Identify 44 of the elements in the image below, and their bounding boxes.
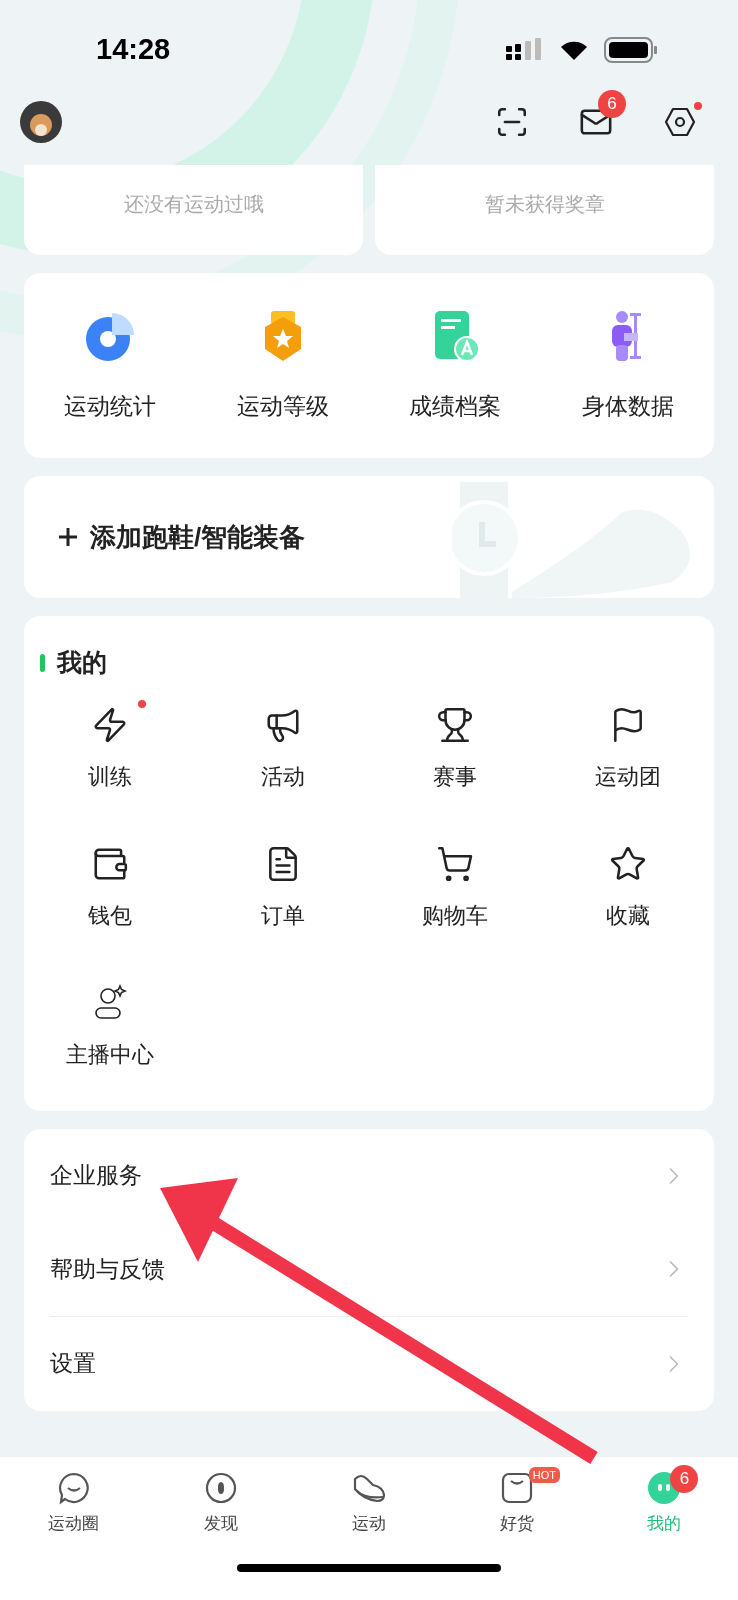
add-device-label: 添加跑鞋/智能装备 xyxy=(90,520,306,554)
summary-text: 暂未获得奖章 xyxy=(484,192,605,217)
compass-icon xyxy=(204,1471,239,1505)
menu-list-item[interactable]: 企业服务 xyxy=(50,1128,688,1223)
menu-list-item[interactable]: 设置 xyxy=(50,1316,688,1411)
stats-item[interactable]: 身体数据 xyxy=(541,307,714,424)
status-time: 14:28 xyxy=(96,32,171,68)
chat-bubble-icon xyxy=(56,1471,91,1505)
message-badge: 6 xyxy=(598,90,626,118)
battery-icon xyxy=(604,37,658,63)
stats-label: 运动统计 xyxy=(64,392,157,422)
section-title: 我的 xyxy=(57,647,107,678)
stats-label: 运动等级 xyxy=(236,392,329,422)
menu-grid-item[interactable]: 活动 xyxy=(260,705,305,793)
menu-grid-item[interactable]: 收藏 xyxy=(605,844,650,932)
stats-item[interactable]: 运动等级 xyxy=(196,307,369,424)
signal-icon xyxy=(506,38,544,62)
menu-grid-item[interactable]: 订单 xyxy=(260,844,305,932)
stats-item[interactable]: 成绩档案 xyxy=(369,307,542,424)
stats-label: 成绩档案 xyxy=(409,392,502,422)
stats-item[interactable]: 运动统计 xyxy=(24,307,197,424)
plus-icon xyxy=(58,527,78,547)
settings-icon xyxy=(663,105,697,139)
star-icon xyxy=(608,844,647,883)
menu-grid-item[interactable]: 赛事 xyxy=(433,705,478,793)
trophy-icon xyxy=(436,705,475,744)
menu-grid-item[interactable]: 钱包 xyxy=(88,844,133,932)
hot-tag: HOT xyxy=(528,1467,561,1483)
tab-bar-item[interactable]: 运动圈 xyxy=(48,1471,100,1537)
section-marker xyxy=(40,653,45,672)
stats-label: 身体数据 xyxy=(581,392,674,422)
menu-grid-item[interactable]: 训练 xyxy=(88,705,133,793)
menu-grid-item[interactable]: 运动团 xyxy=(594,705,661,793)
tab-bar-item[interactable]: 发现 xyxy=(204,1471,239,1537)
menu-grid-item[interactable]: 主播中心 xyxy=(66,983,155,1071)
tab-badge: 6 xyxy=(670,1465,699,1493)
tab-bar-item[interactable]: 运动 xyxy=(351,1471,387,1537)
cart-icon xyxy=(436,844,475,883)
add-device-card[interactable]: 添加跑鞋/智能装备 xyxy=(24,476,714,598)
scan-icon xyxy=(495,105,529,139)
avatar[interactable] xyxy=(20,101,62,143)
summary-text: 还没有运动过哦 xyxy=(123,192,264,217)
shopping-bag-icon xyxy=(499,1471,534,1505)
menu-grid-item[interactable]: 购物车 xyxy=(422,844,489,932)
